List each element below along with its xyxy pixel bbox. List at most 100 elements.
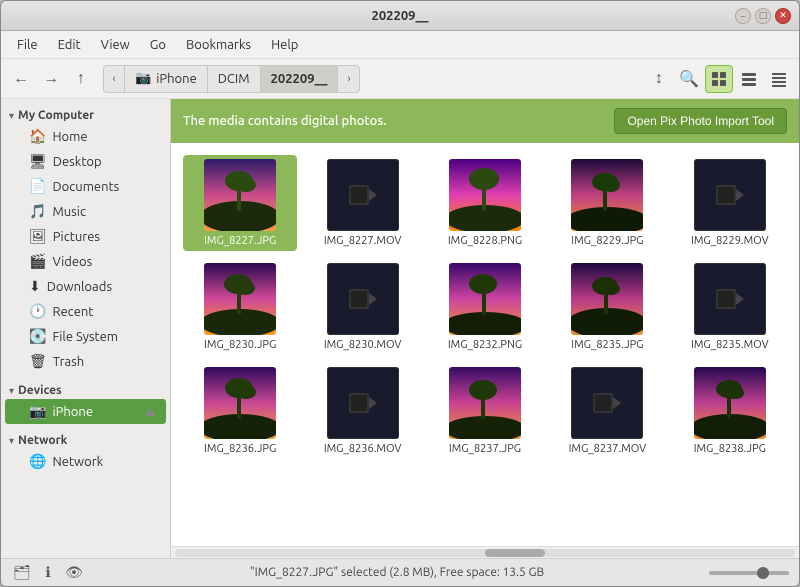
sidebar-item-iphone[interactable]: 📷 iPhone ⏏: [5, 399, 166, 424]
eject-button[interactable]: ⏏: [143, 405, 158, 419]
menu-edit[interactable]: Edit: [50, 35, 89, 55]
network-icon: 🌐: [29, 453, 46, 470]
file-name-6: IMG_8230.MOV: [324, 339, 402, 351]
titlebar: 202209__ – □ ✕: [1, 1, 799, 31]
toolbar-right: ↕ 🔍: [645, 65, 793, 93]
devices-arrow: ▾: [9, 385, 14, 397]
video-thumb-9: [694, 263, 766, 335]
minimize-button[interactable]: –: [735, 8, 751, 24]
sidebar-item-pictures[interactable]: 🖼 Pictures: [5, 224, 166, 249]
file-item-14[interactable]: IMG_8238.JPG: [673, 363, 787, 459]
file-item-0[interactable]: IMG_8227.JPG: [183, 155, 297, 251]
menu-file[interactable]: File: [9, 35, 46, 55]
file-grid: IMG_8227.JPG IMG_8227.MOV: [171, 143, 799, 546]
file-item-13[interactable]: IMG_8237.MOV: [550, 363, 664, 459]
main-area: ▾ My Computer 🏠 Home 🖥 Desktop 📄 Documen…: [1, 99, 799, 558]
file-item-5[interactable]: IMG_8230.JPG: [183, 259, 297, 355]
trash-icon: 🗑: [29, 353, 47, 370]
content-area: The media contains digital photos. Open …: [171, 99, 799, 558]
music-icon: 🎵: [29, 203, 46, 220]
file-item-1[interactable]: IMG_8227.MOV: [305, 155, 419, 251]
search-button[interactable]: 🔍: [675, 65, 703, 93]
section-network[interactable]: ▾ Network: [1, 430, 170, 449]
iphone-sidebar-icon: 📷: [29, 403, 46, 420]
close-button[interactable]: ✕: [775, 8, 791, 24]
menu-view[interactable]: View: [93, 35, 138, 55]
sidebar-item-filesystem[interactable]: 💽 File System: [5, 324, 166, 349]
file-name-14: IMG_8238.JPG: [694, 443, 766, 455]
scrollbar-thumb[interactable]: [485, 549, 545, 557]
file-name-13: IMG_8237.MOV: [569, 443, 647, 455]
videos-icon: 🎬: [29, 253, 46, 270]
sidebar-item-network[interactable]: 🌐 Network: [5, 449, 166, 474]
file-item-9[interactable]: IMG_8235.MOV: [673, 259, 787, 355]
toolbar: ← → ↑ ‹ 📷 iPhone DCIM 202209__ › ↕ 🔍: [1, 59, 799, 99]
view-list-button[interactable]: [735, 65, 763, 93]
filesystem-icon: 💽: [29, 328, 46, 345]
menu-bookmarks[interactable]: Bookmarks: [178, 35, 259, 55]
sidebar-item-trash[interactable]: 🗑 Trash: [5, 349, 166, 374]
maximize-button[interactable]: □: [755, 8, 771, 24]
sidebar-item-home[interactable]: 🏠 Home: [5, 124, 166, 149]
sort-button[interactable]: ↕: [645, 65, 673, 93]
horizontal-scrollbar[interactable]: [171, 546, 799, 558]
sidebar: ▾ My Computer 🏠 Home 🖥 Desktop 📄 Documen…: [1, 99, 171, 558]
file-name-10: IMG_8236.JPG: [204, 443, 276, 455]
file-item-11[interactable]: IMG_8236.MOV: [305, 363, 419, 459]
zoom-slider[interactable]: [709, 571, 789, 575]
file-item-10[interactable]: IMG_8236.JPG: [183, 363, 297, 459]
documents-icon: 📄: [29, 178, 46, 195]
statusbar-info-button[interactable]: ℹ: [37, 562, 59, 584]
pictures-icon: 🖼: [29, 228, 47, 245]
section-devices[interactable]: ▾ Devices: [1, 380, 170, 399]
status-text: "IMG_8227.JPG" selected (2.8 MB), Free s…: [93, 566, 701, 579]
file-item-12[interactable]: IMG_8237.JPG: [428, 363, 542, 459]
file-item-4[interactable]: IMG_8229.MOV: [673, 155, 787, 251]
file-item-6[interactable]: IMG_8230.MOV: [305, 259, 419, 355]
network-arrow: ▾: [9, 435, 14, 447]
section-my-computer[interactable]: ▾ My Computer: [1, 105, 170, 124]
menu-help[interactable]: Help: [263, 35, 306, 55]
video-thumb-11: [327, 367, 399, 439]
notification-text: The media contains digital photos.: [183, 114, 386, 128]
iphone-icon: 📷: [135, 71, 151, 86]
recent-icon: 🕐: [29, 303, 46, 320]
sidebar-item-desktop[interactable]: 🖥 Desktop: [5, 149, 166, 174]
breadcrumb: ‹ 📷 iPhone DCIM 202209__ ›: [103, 65, 637, 93]
statusbar-preview-button[interactable]: 👁: [63, 562, 85, 584]
breadcrumb-current[interactable]: 202209__: [261, 65, 339, 93]
breadcrumb-next[interactable]: ›: [338, 65, 360, 93]
scrollbar-track: [175, 549, 795, 557]
file-item-8[interactable]: IMG_8235.JPG: [550, 259, 664, 355]
file-name-1: IMG_8227.MOV: [324, 235, 402, 247]
statusbar-left-buttons: 🗂 ℹ 👁: [11, 562, 85, 584]
breadcrumb-iphone[interactable]: 📷 iPhone: [125, 65, 208, 93]
sidebar-item-recent[interactable]: 🕐 Recent: [5, 299, 166, 324]
file-item-2[interactable]: IMG_8228.PNG: [428, 155, 542, 251]
notification-bar: The media contains digital photos. Open …: [171, 99, 799, 143]
statusbar: 🗂 ℹ 👁 "IMG_8227.JPG" selected (2.8 MB), …: [1, 558, 799, 586]
back-button[interactable]: ←: [7, 65, 35, 93]
import-button[interactable]: Open Pix Photo Import Tool: [614, 108, 787, 134]
view-compact-button[interactable]: [765, 65, 793, 93]
video-thumb-6: [327, 263, 399, 335]
file-name-12: IMG_8237.JPG: [449, 443, 521, 455]
file-name-7: IMG_8232.PNG: [448, 339, 522, 351]
breadcrumb-dcim[interactable]: DCIM: [208, 65, 261, 93]
forward-button[interactable]: →: [37, 65, 65, 93]
sidebar-item-music[interactable]: 🎵 Music: [5, 199, 166, 224]
section-arrow: ▾: [9, 110, 14, 122]
sidebar-item-videos[interactable]: 🎬 Videos: [5, 249, 166, 274]
file-item-7[interactable]: IMG_8232.PNG: [428, 259, 542, 355]
view-grid-button[interactable]: [705, 65, 733, 93]
file-item-3[interactable]: IMG_8229.JPG: [550, 155, 664, 251]
up-button[interactable]: ↑: [67, 65, 95, 93]
menu-go[interactable]: Go: [142, 35, 174, 55]
file-manager-window: 202209__ – □ ✕ File Edit View Go Bookmar…: [0, 0, 800, 587]
statusbar-places-button[interactable]: 🗂: [11, 562, 33, 584]
breadcrumb-prev[interactable]: ‹: [103, 65, 125, 93]
sidebar-item-documents[interactable]: 📄 Documents: [5, 174, 166, 199]
desktop-icon: 🖥: [29, 153, 47, 170]
sidebar-item-downloads[interactable]: ⬇ Downloads: [5, 274, 166, 299]
file-name-3: IMG_8229.JPG: [571, 235, 643, 247]
